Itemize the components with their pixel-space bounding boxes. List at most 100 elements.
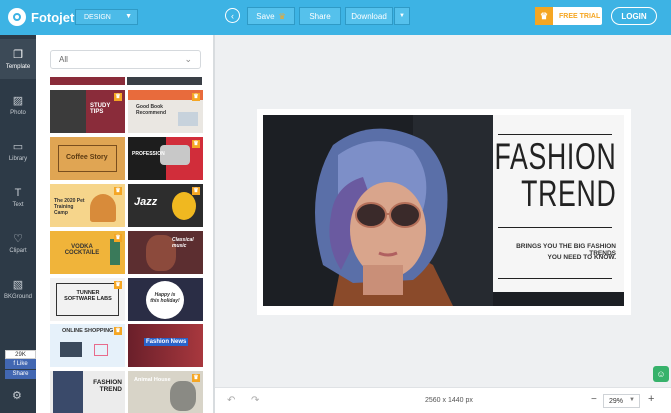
template-thumb-text: Good Book Recommend [136, 104, 167, 116]
crown-icon: ♛ [114, 93, 122, 101]
download-button-label: Download [351, 11, 387, 21]
template-thumb-good-book[interactable]: Good Book Recommend ♛ [128, 90, 203, 133]
template-thumb-text: PROFESSION [132, 151, 165, 157]
crown-icon: ♛ [192, 374, 200, 382]
canvas-dimensions: 2560 x 1440 px [425, 397, 473, 404]
template-thumb-study-tips[interactable]: STUDY TIPS ♛ [50, 90, 125, 133]
sidebar-item-label: Photo [10, 110, 26, 116]
zoom-in-button[interactable]: + [648, 393, 654, 405]
template-thumb-fashion-news[interactable]: Fashion News [128, 324, 203, 367]
template-thumb-text: The 2020 Pet Training Camp [54, 198, 85, 216]
sidebar-item-label: Template [5, 64, 31, 70]
template-thumb-text: Coffee Story [66, 154, 108, 161]
app-logo[interactable]: Fotojet [8, 8, 74, 26]
template-thumb-jazz[interactable]: Jazz ♛ [128, 184, 203, 227]
chat-icon[interactable]: ☺ [653, 366, 669, 382]
redo-icon[interactable]: ↷ [251, 395, 259, 406]
undo-icon[interactable]: ↶ [227, 395, 235, 406]
divider [498, 227, 612, 228]
canvas-text-panel[interactable]: FASHION TREND BRINGS YOU THE BIG FASHION… [493, 115, 624, 306]
sidebar-item-label: Clipart [9, 248, 27, 254]
template-filter-select[interactable]: All ⌄ [50, 50, 201, 69]
background-icon: ▧ [12, 279, 24, 291]
library-icon: ▭ [12, 141, 24, 153]
login-label: LOGIN [621, 11, 647, 21]
template-panel: All ⌄ STUDY TIPS ♛ Good Book Recommend ♛… [36, 35, 215, 413]
template-thumb-text: ONLINE SHOPPING [62, 328, 114, 334]
canvas-title-line2[interactable]: TREND [521, 175, 616, 212]
template-thumb-holiday[interactable]: Happy is this holiday! [128, 278, 203, 321]
sidebar-item-clipart[interactable]: ♡ Clipart [0, 223, 36, 263]
free-trial-label: FREE TRIAL [559, 12, 601, 20]
sidebar-item-library[interactable]: ▭ Library [0, 131, 36, 171]
save-button[interactable]: Save ♛ [247, 7, 295, 25]
crown-icon: ♛ [114, 327, 122, 335]
template-thumb-text: Jazz [134, 196, 158, 208]
woman-photo-illustration [263, 115, 493, 306]
sidebar-item-bkground[interactable]: ▧ BKGround [0, 269, 36, 309]
crown-icon: ♛ [192, 93, 200, 101]
download-options-button[interactable]: ▼ [394, 7, 410, 25]
download-button[interactable]: Download [345, 7, 393, 25]
sidebar-item-photo[interactable]: ▨ Photo [0, 85, 36, 125]
crown-icon: ♛ [114, 281, 122, 289]
template-thumb-pet-training[interactable]: The 2020 Pet Training Camp ♛ [50, 184, 125, 227]
template-thumb-text: Classical music [172, 237, 194, 249]
logo-icon [8, 8, 26, 26]
sidebar-item-label: Library [8, 156, 28, 162]
mode-select-value: DESIGN [84, 13, 111, 21]
chevron-down-icon: ⌄ [184, 54, 192, 64]
divider [498, 278, 612, 279]
crown-icon: ♛ [192, 140, 200, 148]
share-button-label: Share [309, 11, 331, 21]
template-thumb-text: Fashion News [144, 338, 189, 346]
template-thumb-tunner-labs[interactable]: TUNNER SOFTWARE LABS ♛ [50, 278, 125, 321]
crown-icon: ♛ [114, 187, 122, 195]
template-thumb-online-shopping[interactable]: ONLINE SHOPPING ♛ [50, 324, 125, 367]
gear-icon[interactable]: ⚙ [12, 389, 22, 402]
login-button[interactable]: LOGIN [611, 7, 657, 25]
bottom-bar: ↶ ↷ 2560 x 1440 px − 29% ▼ + [215, 387, 671, 413]
canvas-subtitle-line2[interactable]: YOU NEED TO KNOW. [548, 254, 617, 261]
crown-icon: ♛ [192, 187, 200, 195]
heart-icon: ♡ [13, 233, 23, 245]
zoom-out-button[interactable]: − [591, 394, 597, 405]
sidebar-item-template[interactable]: ❐ Template [0, 39, 36, 79]
top-toolbar: Fotojet DESIGN ▼ ‹ Save ♛ Share Download… [0, 0, 671, 35]
template-thumb-text: Happy is this holiday! [150, 292, 180, 304]
template-thumb-profession[interactable]: PROFESSION ♛ [128, 137, 203, 180]
zoom-select[interactable]: 29% ▼ [603, 394, 640, 408]
template-thumb-fashion-trend[interactable]: FASHION TREND [50, 371, 125, 413]
back-button[interactable]: ‹ [225, 8, 240, 23]
template-thumb-text: TUNNER SOFTWARE LABS [64, 290, 112, 302]
divider [498, 134, 612, 135]
mode-select[interactable]: DESIGN ▼ [75, 9, 138, 25]
crown-icon: ♛ [114, 234, 122, 242]
template-filter-value: All [59, 55, 68, 64]
template-thumb-animal-house[interactable]: Animal House ♛ [128, 371, 203, 413]
chevron-down-icon: ▼ [629, 397, 635, 403]
share-button[interactable]: Share [299, 7, 341, 25]
sidebar-item-label: Text [12, 201, 24, 208]
template-row-partial [50, 77, 202, 85]
template-thumb-coffee-story[interactable]: Coffee Story [50, 137, 125, 180]
sidebar-item-text[interactable]: T Text [0, 177, 36, 217]
template-thumb-text: FASHION TREND [93, 379, 122, 393]
template-thumb-classical[interactable]: Classical music [128, 231, 203, 274]
sidebar-item-label: BKGround [3, 294, 33, 300]
canvas-dark-strip [493, 292, 624, 306]
app-name: Fotojet [31, 9, 75, 25]
facebook-like-button[interactable]: f Like [5, 359, 36, 369]
template-thumb-text: VODKA COCKTAILE [64, 244, 100, 256]
zoom-value: 29% [609, 397, 624, 405]
free-trial-button[interactable]: ♛ FREE TRIAL [535, 7, 602, 25]
text-icon: T [14, 186, 22, 199]
save-button-label: Save [256, 11, 275, 21]
facebook-like-label: Like [16, 361, 28, 367]
template-thumb-vodka[interactable]: VODKA COCKTAILE ♛ [50, 231, 125, 274]
template-thumb-text: STUDY TIPS [90, 103, 111, 115]
facebook-share-label: Share [12, 371, 29, 377]
canvas-title-line1[interactable]: FASHION [494, 138, 616, 175]
canvas-photo[interactable] [263, 115, 493, 306]
facebook-share-button[interactable]: Share [5, 370, 36, 379]
